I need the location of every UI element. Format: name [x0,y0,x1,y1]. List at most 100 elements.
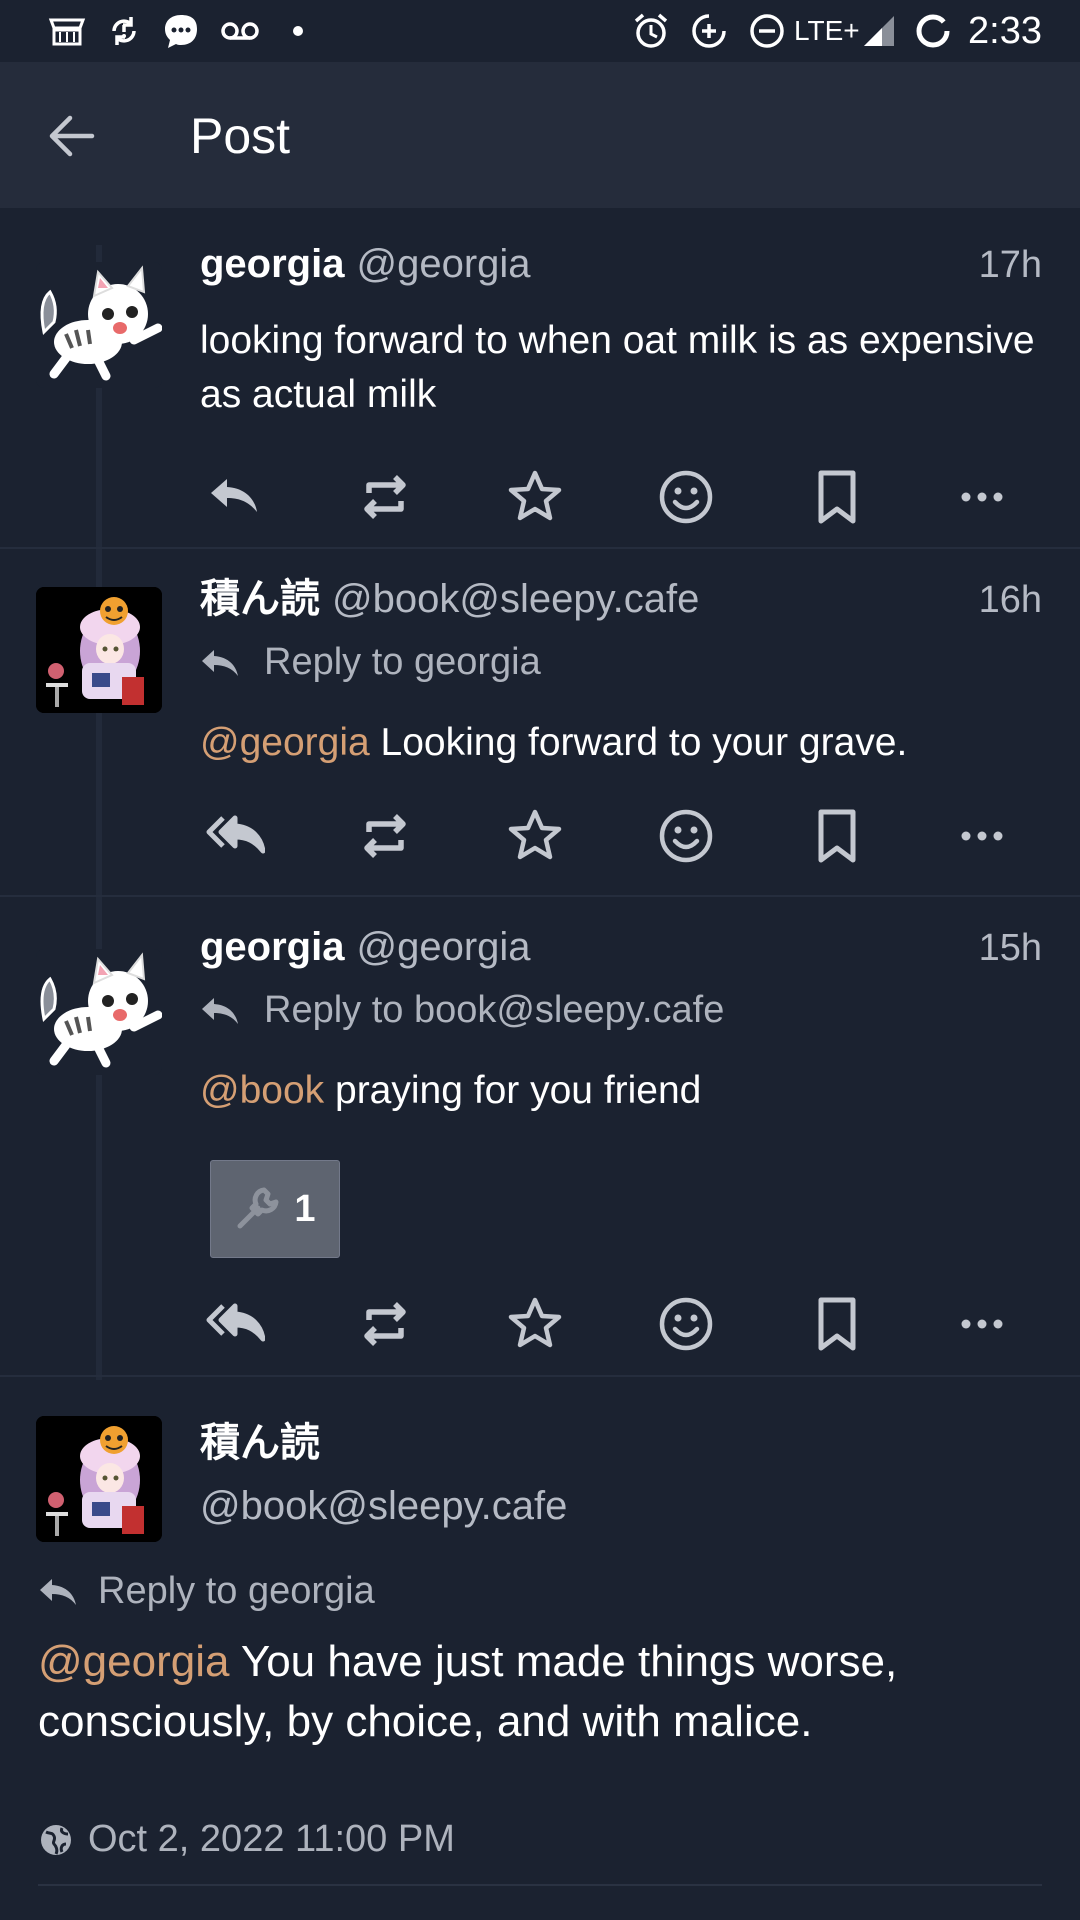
more-icon [961,831,1003,841]
post-text: Looking forward to your grave. [369,721,908,764]
divider [0,1375,1080,1377]
battery-icon [914,12,952,50]
reply-button[interactable] [200,462,270,532]
message-icon [162,12,200,50]
reply-all-button[interactable] [200,801,270,871]
more-button[interactable] [947,801,1017,871]
more-icon [961,1319,1003,1329]
clock: 2:33 [968,10,1042,52]
favourite-button[interactable] [500,801,570,871]
boost-icon [364,814,406,858]
post-time[interactable]: 17h [979,244,1042,287]
boost-button[interactable] [350,801,420,871]
mention-link[interactable]: @book [200,1069,324,1112]
anime-avatar-image [36,1416,162,1542]
display-name[interactable]: georgia [200,242,344,286]
arrow-left-icon[interactable] [44,108,100,164]
display-name[interactable]: georgia [200,925,344,969]
avatar[interactable] [36,587,162,713]
alarm-icon [632,12,670,50]
store-icon [48,12,86,50]
more-icon [961,492,1003,502]
page-title: Post [190,108,291,164]
cat-avatar-image [36,262,162,388]
bookmark-icon [818,1297,856,1351]
reply-to-line[interactable]: Reply to book@sleepy.cafe [200,989,724,1032]
thread-connector [96,245,102,1380]
reply-small-icon [40,1578,76,1605]
divider [38,1884,1042,1886]
display-name[interactable]: 積ん読 [200,577,320,621]
anime-avatar-image [36,587,162,713]
voicemail-icon [220,12,260,50]
signal-icon [862,12,896,50]
post-timestamp[interactable]: Oct 2, 2022 11:00 PM [88,1818,455,1861]
display-name[interactable]: 積ん読 [200,1410,320,1468]
handle[interactable]: @georgia [356,925,530,969]
emoji-icon [659,1297,713,1351]
reply-to-line[interactable]: Reply to georgia [38,1570,375,1613]
boost-button[interactable] [350,1289,420,1359]
post-header: 積ん読 @book@sleepy.cafe [200,575,1044,623]
do-not-disturb-icon [748,12,786,50]
post-actions [200,1289,1020,1359]
post-content: @georgia You have just made things worse… [38,1632,1040,1752]
app-bar: Post [0,62,1080,208]
reply-to-label: Reply to georgia [264,641,541,683]
bookmark-button[interactable] [802,462,872,532]
handle[interactable]: @book@sleepy.cafe [200,1484,567,1529]
emoji-button[interactable] [651,462,721,532]
boost-icon [364,1302,406,1346]
handle[interactable]: @book@sleepy.cafe [332,577,699,621]
post-meta: Oct 2, 2022 11:00 PM [38,1818,455,1861]
reply-to-line[interactable]: Reply to georgia [200,641,541,684]
favourite-button[interactable] [500,1289,570,1359]
data-saver-icon [690,12,728,50]
divider [0,547,1080,549]
bookmark-button[interactable] [802,801,872,871]
emoji-button[interactable] [651,801,721,871]
dot-icon [292,12,304,50]
favourite-icon [508,809,562,860]
more-button[interactable] [947,1289,1017,1359]
post-text: praying for you friend [324,1069,702,1112]
post-actions [200,462,1020,532]
reaction-chip[interactable]: 1 [210,1160,340,1258]
bookmark-icon [818,809,856,863]
boost-button[interactable] [350,462,420,532]
emoji-button[interactable] [651,1289,721,1359]
reply-to-label: Reply to book@sleepy.cafe [264,989,725,1031]
globe-icon [41,1824,71,1855]
post-content: looking forward to when oat milk is as e… [200,314,1040,422]
mention-link[interactable]: @georgia [38,1637,229,1686]
avatar[interactable] [36,949,162,1075]
bookmark-button[interactable] [802,1289,872,1359]
wrench-icon [237,1187,279,1229]
post-header: georgia @georgia [200,240,1044,288]
boost-icon [364,475,406,519]
favourite-icon [508,1297,562,1348]
post-header: georgia @georgia [200,923,1044,971]
mention-link[interactable]: @georgia [200,721,370,764]
reply-all-icon [206,1303,265,1342]
post-text: looking forward to when oat milk is as e… [200,319,1035,416]
emoji-icon [659,809,713,863]
handle[interactable]: @georgia [356,242,530,286]
post-time[interactable]: 15h [979,927,1042,970]
reply-all-icon [206,815,265,854]
post-actions [200,801,1020,871]
reply-small-icon [202,649,238,676]
sync-icon [106,12,142,50]
bookmark-icon [818,470,856,524]
reply-icon [211,479,257,512]
status-bar: LTE+ 2:33 [0,0,1080,62]
avatar[interactable] [36,1416,162,1542]
avatar[interactable] [36,262,162,388]
favourite-button[interactable] [500,462,570,532]
emoji-icon [659,470,713,524]
post-time[interactable]: 16h [979,579,1042,622]
network-type: LTE+ [794,15,860,46]
more-button[interactable] [947,462,1017,532]
reply-all-button[interactable] [200,1289,270,1359]
post-content: @book praying for you friend [200,1064,1040,1118]
